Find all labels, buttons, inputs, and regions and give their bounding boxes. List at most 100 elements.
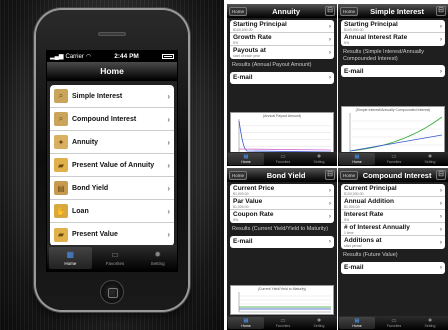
chevron-right-icon: › <box>167 160 170 170</box>
tab-favorites[interactable]: ▭ Favorites <box>265 152 301 166</box>
email-row[interactable]: E-mail › <box>230 235 334 248</box>
book-icon[interactable]: ⊟ <box>436 6 446 16</box>
field-label: Coupon Rate <box>233 211 274 218</box>
input-field[interactable]: Annual Interest Rate 5% › <box>341 33 445 46</box>
field-value: start of each year <box>233 54 261 58</box>
input-field[interactable]: Starting Principal $100,000.00 › <box>230 20 334 33</box>
email-row[interactable]: E-mail › <box>341 261 445 274</box>
simple-interest-panel: Home Simple Interest ⊟ Starting Principal $1… <box>338 4 448 166</box>
book-icon[interactable]: ⊟ <box>325 170 335 180</box>
menu-item[interactable]: ▤ Bond Yield › <box>50 177 174 200</box>
series-line <box>349 134 443 152</box>
tab-favorites[interactable]: ▭ Favorites <box>376 152 412 166</box>
tab-home[interactable]: ▦ Home <box>228 153 264 165</box>
chevron-right-icon: › <box>167 114 170 124</box>
panel-tab-bar: ▦ Home ▭ Favorites ✹ Setting <box>227 316 337 330</box>
menu-item-label: Annuity <box>72 138 99 146</box>
home-screen: ▂▄▆ Carrier ◠ 2:44 PM Home ⌕ Simple Inter… <box>46 50 178 272</box>
field-label: Current Price <box>233 185 275 192</box>
panel-nav-bar: Home Bond Yield ⊟ <box>227 168 337 182</box>
tab-setting[interactable]: ✹ Setting <box>301 152 337 166</box>
panel-body: Current Principal $100,000.00 › Annual Addi… <box>338 182 448 274</box>
panel-body: Current Price $1,000.00 › Par Value $1,000.0… <box>227 182 337 248</box>
chevron-right-icon: › <box>439 187 442 194</box>
tab-label: Setting <box>313 324 325 328</box>
menu-item[interactable]: ▰ Present Value of Annuity › <box>50 154 174 177</box>
tab-label: Setting <box>150 261 165 266</box>
home-nav-bar: Home <box>47 62 177 81</box>
back-home-button[interactable]: Home <box>229 6 248 16</box>
chevron-right-icon: › <box>328 74 331 81</box>
tab-label: Home <box>352 160 362 164</box>
input-field[interactable]: Current Price $1,000.00 › <box>230 184 334 197</box>
input-field[interactable]: Payouts at start of each year › <box>230 46 334 59</box>
input-field[interactable]: Growth Rate 5% › <box>230 33 334 46</box>
tab-favorites[interactable]: ▭ Favorites <box>265 316 301 330</box>
menu-item[interactable]: ⌕ Compound Interest › <box>50 108 174 131</box>
results-label: Results (Simple Interest/Annually Compou… <box>343 49 425 62</box>
panel-body: Starting Principal $100,000.00 › Annual Int… <box>338 18 448 77</box>
email-label: E-mail <box>344 264 364 271</box>
menu-item[interactable]: ⌕ Simple Interest › <box>50 85 174 108</box>
tab-setting[interactable]: ✹ Setting <box>412 152 448 166</box>
chevron-right-icon: › <box>439 213 442 220</box>
annuity-panel: Home Annuity ⊟ Starting Principal $100,000.0… <box>227 4 337 166</box>
speaker-grille <box>98 32 126 36</box>
menu-item[interactable]: ✋ Loan › <box>50 200 174 223</box>
input-field[interactable]: Annual Addition $1,000.00 › <box>341 197 445 210</box>
tab-home[interactable]: ▦ Home <box>49 247 92 269</box>
signal-group: ▂▄▆ Carrier ◠ <box>50 53 92 61</box>
tab-setting[interactable]: ✹ Setting <box>136 245 177 271</box>
tab-setting[interactable]: ✹ Setting <box>301 316 337 330</box>
status-bar: ▂▄▆ Carrier ◠ 2:44 PM <box>47 51 177 62</box>
input-field[interactable]: Current Principal $100,000.00 › <box>341 184 445 197</box>
menu-item[interactable]: ✦ Annuity › <box>50 131 174 154</box>
menu-item[interactable]: ▰ Present Value › <box>50 223 174 246</box>
field-value: 5% <box>344 218 350 222</box>
tab-label: Home <box>352 324 362 328</box>
field-value: 5% <box>233 218 239 222</box>
email-row[interactable]: E-mail › <box>341 65 445 77</box>
tab-home[interactable]: ▦ Home <box>339 317 375 329</box>
field-label: Additions at <box>344 237 382 244</box>
input-field[interactable]: Par Value $1,000.00 › <box>230 197 334 210</box>
book-icon[interactable]: ⊟ <box>325 6 335 16</box>
field-value: 1 time <box>344 231 354 235</box>
email-label: E-mail <box>344 67 364 75</box>
input-field[interactable]: # of Interest Annually 1 time › <box>341 223 445 236</box>
compound-interest-panel: Home Compound Interest ⊟ Current Principal $… <box>338 168 448 330</box>
chevron-right-icon: › <box>439 226 442 233</box>
chevron-right-icon: › <box>328 213 331 220</box>
panel-body: Starting Principal $100,000.00 › Growth Rat… <box>227 18 337 84</box>
tab-home[interactable]: ▦ Home <box>339 153 375 165</box>
back-home-button[interactable]: Home <box>229 170 248 180</box>
email-row[interactable]: E-mail › <box>230 71 334 84</box>
chevron-right-icon: › <box>167 206 170 216</box>
input-field[interactable]: Additions at start period › <box>341 236 445 249</box>
results-chart: (Current Yield/Yield to Maturity) <box>230 285 334 315</box>
home-tab-bar: ▦ Home ▭ Favorites ✹ Setting <box>47 245 177 271</box>
tab-favorites[interactable]: ▭ Favorites <box>376 316 412 330</box>
input-field[interactable]: Interest Rate 5% › <box>341 210 445 223</box>
book-icon[interactable]: ⊟ <box>436 170 446 180</box>
field-label: Starting Principal <box>233 21 287 28</box>
home-hardware-button[interactable] <box>100 280 124 304</box>
tab-label: Setting <box>313 160 325 164</box>
back-home-button[interactable]: Home <box>340 6 359 16</box>
field-value: $100,000.00 <box>233 28 253 32</box>
chevron-right-icon: › <box>439 67 442 75</box>
chevron-right-icon: › <box>328 187 331 194</box>
tab-label: Setting <box>424 160 436 164</box>
menu-item-label: Bond Yield <box>72 184 109 192</box>
results-chart: (Annual Payout Amount) <box>230 112 334 156</box>
back-home-button[interactable]: Home <box>340 170 359 180</box>
input-field[interactable]: Starting Principal $100,000.00 › <box>341 20 445 33</box>
tab-label: Favorites <box>275 324 291 328</box>
input-field[interactable]: Coupon Rate 5% › <box>230 210 334 223</box>
tab-setting[interactable]: ✹ Setting <box>412 316 448 330</box>
chevron-right-icon: › <box>439 264 442 271</box>
tab-favorites[interactable]: ▭ Favorites <box>94 245 137 271</box>
tab-home[interactable]: ▦ Home <box>228 317 264 329</box>
wifi-icon: ◠ <box>85 54 92 60</box>
panel-title: Compound Interest <box>362 170 432 180</box>
